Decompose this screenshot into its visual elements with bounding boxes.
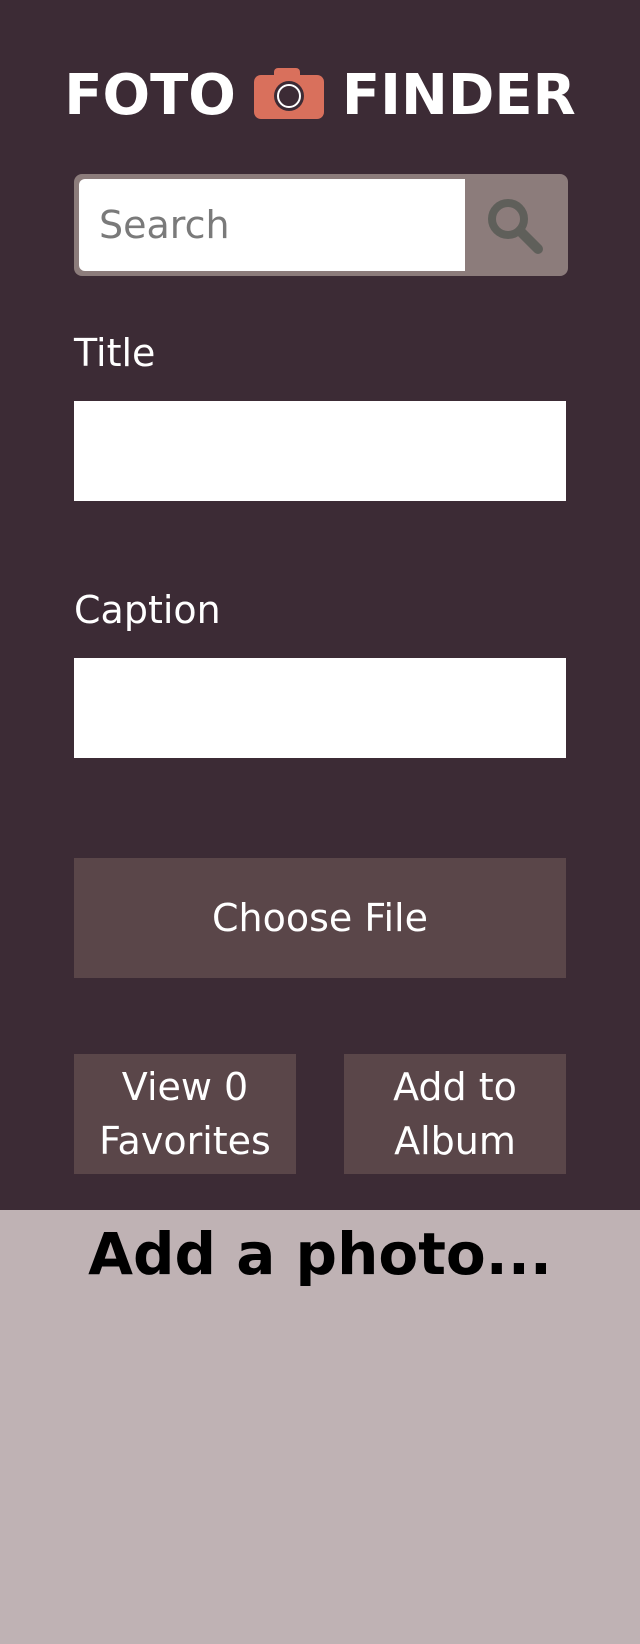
camera-icon (253, 68, 324, 120)
caption-label: Caption (74, 588, 221, 632)
logo-text-finder: FINDER (341, 63, 576, 128)
logo-text-foto: FOTO (64, 63, 236, 128)
search-input[interactable] (79, 179, 465, 271)
search-button[interactable] (465, 179, 563, 271)
view-favorites-button[interactable]: View 0 Favorites (74, 1054, 296, 1174)
title-input[interactable] (74, 401, 566, 501)
control-panel: FOTO FINDER Title Caption Choose File Vi… (0, 0, 640, 1210)
choose-file-button[interactable]: Choose File (74, 858, 566, 978)
search-bar (74, 174, 568, 276)
title-label: Title (74, 331, 156, 375)
add-to-album-button[interactable]: Add to Album (344, 1054, 566, 1174)
search-icon (488, 199, 543, 254)
empty-state-message: Add a photo... (88, 1220, 552, 1288)
caption-input[interactable] (74, 658, 566, 758)
app-logo: FOTO FINDER (0, 58, 640, 134)
